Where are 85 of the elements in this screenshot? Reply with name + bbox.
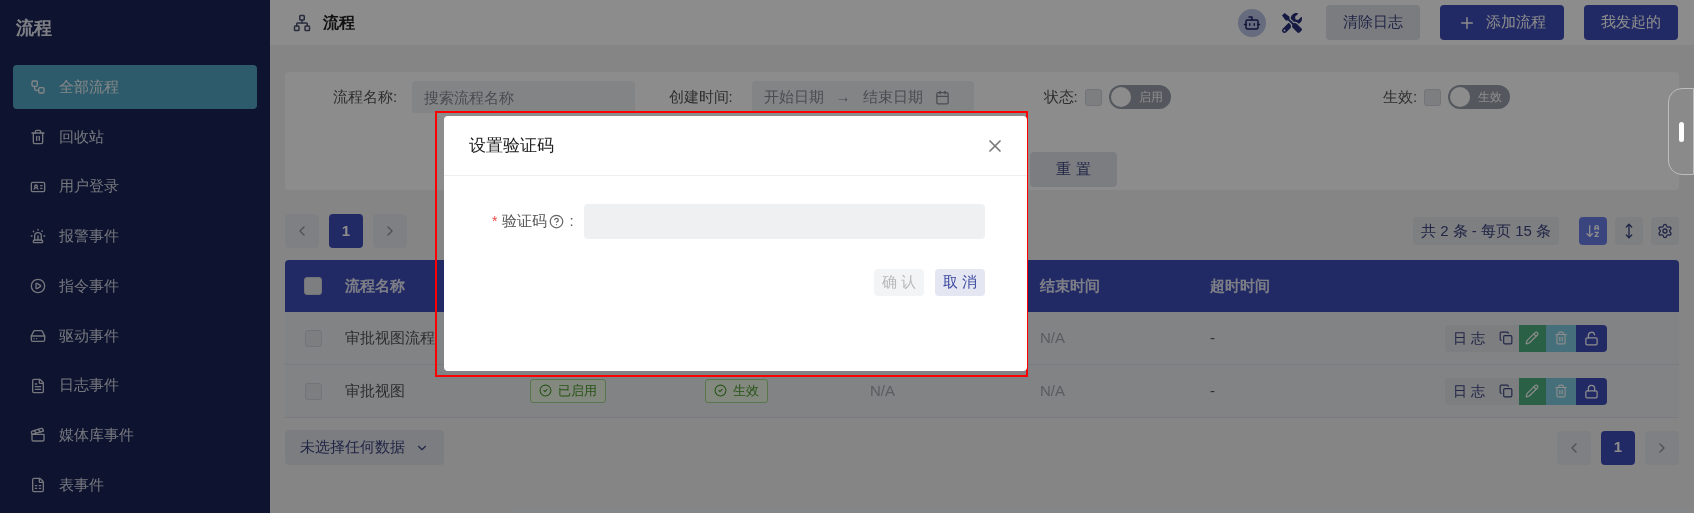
side-handle[interactable]	[1668, 88, 1694, 175]
field-colon: :	[569, 211, 574, 232]
sidebar-item[interactable]: 日志事件	[13, 363, 257, 408]
sidebar-title: 流程	[15, 17, 53, 41]
reset-button[interactable]: 重 置	[1030, 152, 1117, 187]
checkbox[interactable]	[1424, 88, 1442, 106]
copy-button[interactable]	[1492, 324, 1519, 352]
trash-icon	[1553, 331, 1568, 345]
checkbox[interactable]	[1084, 88, 1102, 106]
sort-icon	[1585, 223, 1601, 239]
copy-icon	[1498, 384, 1513, 398]
trash-icon	[1553, 384, 1568, 398]
page-button[interactable]: 1	[1601, 430, 1635, 465]
column-header: 超时时间	[1210, 276, 1270, 294]
calendar-icon	[934, 89, 950, 105]
unlocked-icon	[1583, 330, 1599, 346]
log-button[interactable]: 日 志	[1445, 324, 1493, 352]
sidebar-item[interactable]: 全部流程	[13, 65, 257, 110]
page-title: 流程	[323, 12, 355, 33]
clear-log-button[interactable]: 清除日志	[1326, 5, 1420, 40]
table-cell: -	[1210, 328, 1215, 346]
copy-button[interactable]	[1492, 377, 1519, 405]
sidebar-item[interactable]: 表事件	[13, 463, 257, 507]
column-header: 结束时间	[1040, 276, 1100, 294]
dialog-title: 设置验证码	[469, 134, 554, 157]
table-cell: 审批视图流程	[345, 328, 435, 346]
sidebar-item[interactable]: 指令事件	[13, 264, 257, 308]
search-field[interactable]: 搜索流程名称	[412, 81, 635, 113]
my-initiated-button[interactable]: 我发起的	[1584, 5, 1678, 40]
log-button[interactable]: 日 志	[1445, 377, 1493, 405]
effective-tag: 生效	[705, 378, 768, 403]
sort-button[interactable]	[1579, 217, 1607, 245]
drive-icon	[30, 327, 46, 344]
lock-icon	[1583, 383, 1599, 399]
robot-icon	[1243, 13, 1261, 32]
sidebar-item[interactable]: 用户登录	[13, 164, 257, 209]
field-label: 状态:	[1043, 86, 1078, 107]
tools-icon[interactable]	[1282, 12, 1302, 33]
row-height-button[interactable]	[1615, 217, 1643, 245]
field-label: 流程名称:	[333, 86, 399, 107]
flow-icon	[30, 79, 46, 96]
column-header: 流程名称	[345, 276, 405, 294]
table-cell: -	[1210, 381, 1215, 399]
play-icon	[30, 278, 46, 295]
edit-button[interactable]	[1518, 377, 1546, 405]
settings-button[interactable]	[1651, 217, 1679, 245]
page-button[interactable]: 1	[329, 214, 363, 248]
edit-button[interactable]	[1518, 324, 1546, 352]
trash-icon	[30, 128, 46, 145]
sidebar-item[interactable]: 媒体库事件	[13, 413, 257, 458]
record-summary: 共 2 条 - 每页 15 条	[1412, 217, 1559, 245]
next-page-button[interactable]	[1645, 430, 1679, 465]
settings-icon	[1657, 223, 1673, 239]
pencil-icon	[1525, 331, 1540, 345]
checkbox[interactable]	[304, 277, 322, 295]
delete-button[interactable]	[1545, 324, 1576, 352]
spreadsheet-icon	[30, 477, 46, 494]
field-label: 验证码	[502, 211, 548, 232]
flow-icon	[293, 13, 311, 32]
sidebar-item[interactable]: 回收站	[13, 115, 257, 159]
check-circle-icon	[714, 384, 727, 397]
add-button[interactable]: 添加流程	[1440, 5, 1564, 40]
next-page-button[interactable]	[373, 214, 407, 248]
pencil-icon	[1525, 384, 1540, 398]
lock-button[interactable]	[1575, 377, 1607, 405]
table-cell: 审批视图	[345, 381, 405, 399]
delete-button[interactable]	[1545, 377, 1576, 405]
sidebar-item[interactable]: 驱动事件	[13, 314, 257, 358]
field-label: 生效:	[1382, 86, 1418, 107]
previous-page-button[interactable]	[285, 214, 319, 248]
copy-icon	[1498, 331, 1513, 345]
sidebar-item[interactable]: 报警事件	[13, 214, 257, 259]
status-tag: 已启用	[530, 378, 606, 403]
selection-dropdown[interactable]: 未选择任何数据	[285, 430, 444, 465]
robot-avatar[interactable]	[1238, 8, 1266, 37]
document-icon	[30, 377, 46, 394]
check-circle-icon	[539, 384, 552, 397]
clapperboard-icon	[30, 427, 46, 444]
help-icon[interactable]	[549, 214, 565, 229]
previous-page-button[interactable]	[1557, 430, 1591, 465]
required-mark: *	[492, 212, 498, 231]
cancel-button[interactable]: 取 消	[934, 269, 985, 296]
unlock-button[interactable]	[1575, 324, 1607, 352]
field-label: 创建时间:	[668, 86, 734, 107]
siren-icon	[30, 228, 46, 245]
